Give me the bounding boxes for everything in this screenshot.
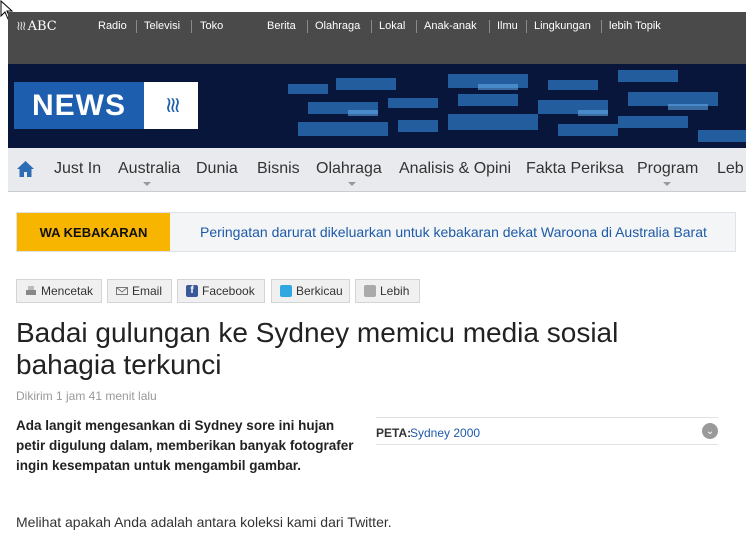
main-nav: Just In Australia Dunia Bisnis Olahraga … — [8, 148, 746, 192]
chevron-down-icon[interactable]: ⌄ — [702, 423, 718, 439]
chevron-down-icon — [348, 182, 356, 186]
separator — [307, 20, 308, 33]
toplink-lebih-topik[interactable]: lebih Topik — [609, 20, 661, 32]
news-banner: NEWS ≀≀≀ — [8, 64, 746, 148]
email-label: Email — [132, 284, 163, 298]
nav-item-fakta-periksa[interactable]: Fakta Periksa — [526, 160, 624, 178]
facebook-label: Facebook — [202, 284, 255, 298]
abc-logo-text: ABC — [27, 18, 57, 34]
share-more-icon — [364, 285, 376, 297]
nav-item-olahraga[interactable]: Olahraga — [316, 160, 382, 178]
toplink-lokal[interactable]: Lokal — [379, 20, 405, 32]
toplink-televisi[interactable]: Televisi — [144, 20, 180, 32]
nav-item-lebih[interactable]: Leb — [717, 160, 744, 178]
abc-lissajous-icon: ≀≀≀ — [144, 82, 198, 129]
toplink-olahraga[interactable]: Olahraga — [315, 20, 360, 32]
toplink-ilmu[interactable]: Ilmu — [497, 20, 518, 32]
nav-item-australia[interactable]: Australia — [118, 160, 180, 178]
toplink-anak-anak[interactable]: Anak-anak — [424, 20, 477, 32]
printer-icon — [26, 286, 36, 295]
nav-item-program[interactable]: Program — [637, 160, 698, 178]
separator — [136, 20, 137, 33]
map-label: PETA: — [376, 426, 412, 440]
nav-item-dunia[interactable]: Dunia — [196, 160, 238, 178]
abc-news-logo[interactable]: NEWS ≀≀≀ — [14, 82, 198, 129]
separator — [601, 20, 602, 33]
nav-item-analisis-opini[interactable]: Analisis & Opini — [399, 160, 511, 178]
toplink-lingkungan[interactable]: Lingkungan — [534, 20, 591, 32]
posted-timestamp: Dikirim 1 jam 41 menit lalu — [16, 389, 157, 403]
nav-item-just-in[interactable]: Just In — [54, 160, 101, 178]
home-icon[interactable] — [16, 160, 35, 179]
abc-logo[interactable]: ≀≀≀ ABC — [16, 18, 57, 34]
news-wordmark: NEWS — [14, 82, 144, 129]
banner-decoration — [278, 64, 746, 148]
article-body-paragraph: Melihat apakah Anda adalah antara koleks… — [16, 514, 392, 530]
separator — [416, 20, 417, 33]
article-lead: Ada langit mengesankan di Sydney sore in… — [16, 418, 354, 473]
article-title: Badai gulungan ke Sydney memicu media so… — [16, 317, 619, 380]
facebook-button[interactable]: f Facebook — [177, 279, 265, 303]
nav-item-bisnis[interactable]: Bisnis — [257, 160, 300, 178]
separator — [191, 20, 192, 33]
toplink-berita[interactable]: Berita — [267, 20, 296, 32]
separator — [489, 20, 490, 33]
chevron-down-icon — [663, 182, 671, 186]
print-label: Mencetak — [41, 284, 94, 298]
global-top-bar: ≀≀≀ ABC Radio Televisi Toko Berita Olahr… — [8, 12, 746, 64]
separator — [526, 20, 527, 33]
breaking-message-link[interactable]: Peringatan darurat dikeluarkan untuk keb… — [200, 224, 707, 240]
page: ≀≀≀ ABC Radio Televisi Toko Berita Olahr… — [8, 12, 746, 547]
breaking-news-bar: WA KEBAKARAN Peringatan darurat dikeluar… — [16, 212, 736, 252]
envelope-icon — [116, 287, 128, 295]
abc-logo-icon: ≀≀≀ — [16, 18, 27, 34]
map-location-link[interactable]: Sydney 2000 — [410, 426, 480, 440]
toplink-toko[interactable]: Toko — [200, 20, 223, 32]
print-button[interactable]: Mencetak — [16, 279, 102, 303]
twitter-label: Berkicau — [296, 284, 343, 298]
email-button[interactable]: Email — [107, 279, 172, 303]
breaking-tag[interactable]: WA KEBAKARAN — [17, 213, 170, 251]
toplink-radio[interactable]: Radio — [98, 20, 127, 32]
map-panel: PETA: Sydney 2000 ⌄ — [376, 417, 718, 445]
facebook-icon: f — [186, 285, 198, 297]
more-label: Lebih — [380, 284, 410, 298]
twitter-bird-icon — [280, 285, 292, 297]
more-share-button[interactable]: Lebih — [355, 279, 420, 303]
twitter-button[interactable]: Berkicau — [271, 279, 350, 303]
chevron-down-icon — [143, 182, 151, 186]
separator — [371, 20, 372, 33]
